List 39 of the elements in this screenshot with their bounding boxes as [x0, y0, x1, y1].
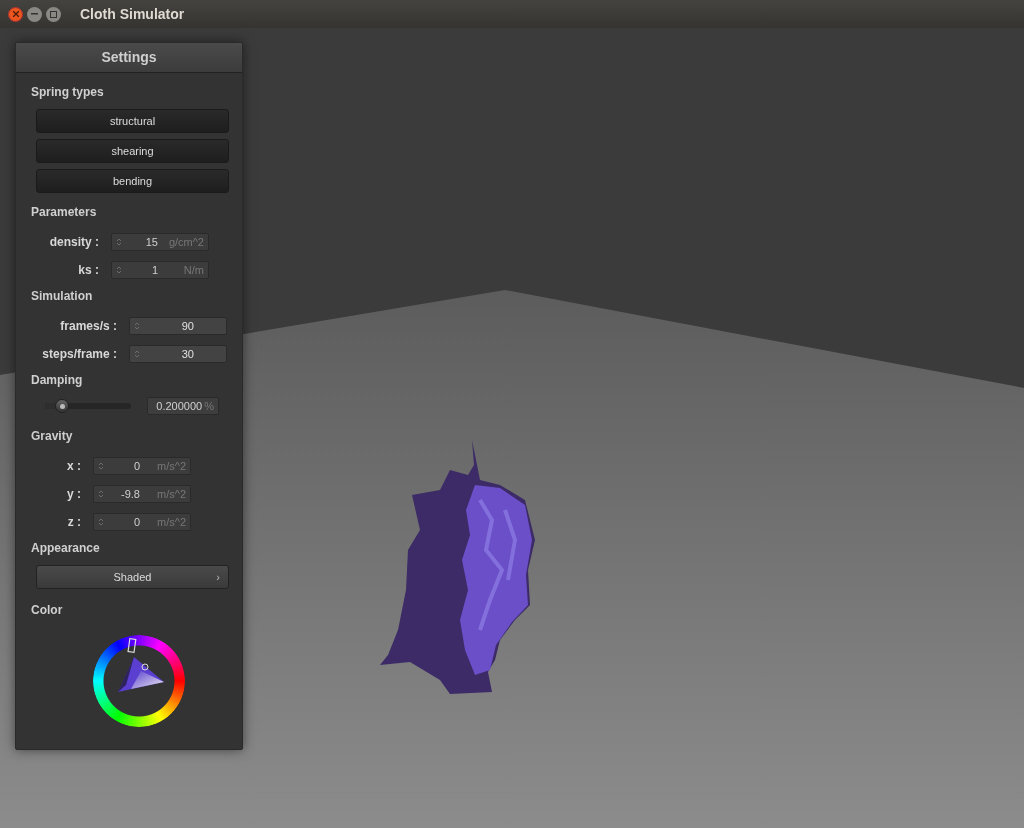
section-title: Gravity	[31, 428, 74, 445]
value-handle[interactable]	[141, 663, 149, 671]
slider-thumb[interactable]	[55, 399, 70, 413]
spinner-icon	[98, 461, 104, 471]
close-button[interactable]	[8, 6, 23, 22]
field-label: z :	[66, 514, 81, 531]
minimize-icon	[31, 13, 38, 15]
field-label: ks :	[77, 262, 99, 279]
spring-type-button[interactable]: bending	[36, 169, 229, 193]
spinner-icon	[134, 321, 140, 331]
spinner-icon	[98, 517, 104, 527]
field-label: x :	[66, 458, 81, 475]
maximize-icon	[50, 10, 57, 18]
panel-title: Settings	[101, 48, 157, 67]
spinner-icon	[98, 489, 104, 499]
spinner-icon	[116, 265, 122, 275]
number-field[interactable]: 90	[129, 317, 227, 335]
section-title: Damping	[31, 372, 84, 389]
spinner-icon	[134, 349, 140, 359]
section-title: Parameters	[31, 204, 98, 221]
damping-field[interactable]: 0.200000 %	[147, 397, 219, 415]
field-label: frames/s :	[59, 318, 117, 335]
window-title: Cloth Simulator	[80, 4, 185, 24]
close-icon	[12, 11, 19, 17]
section-title: Simulation	[31, 288, 94, 305]
appearance-dropdown[interactable]: Shaded ›	[36, 565, 229, 589]
section-title: Spring types	[31, 84, 105, 101]
minimize-button[interactable]	[27, 6, 42, 22]
field-label: steps/frame :	[41, 346, 117, 363]
spring-type-button[interactable]: structural	[36, 109, 229, 133]
number-field[interactable]: 30	[129, 345, 227, 363]
hue-handle[interactable]	[127, 637, 137, 654]
field-label: y :	[66, 486, 81, 503]
maximize-button[interactable]	[46, 6, 61, 22]
section-title: Appearance	[31, 540, 101, 557]
field-label: density :	[48, 234, 99, 251]
section-title: Color	[31, 602, 64, 619]
spinner-icon	[116, 237, 122, 247]
spring-type-button[interactable]: shearing	[36, 139, 229, 163]
